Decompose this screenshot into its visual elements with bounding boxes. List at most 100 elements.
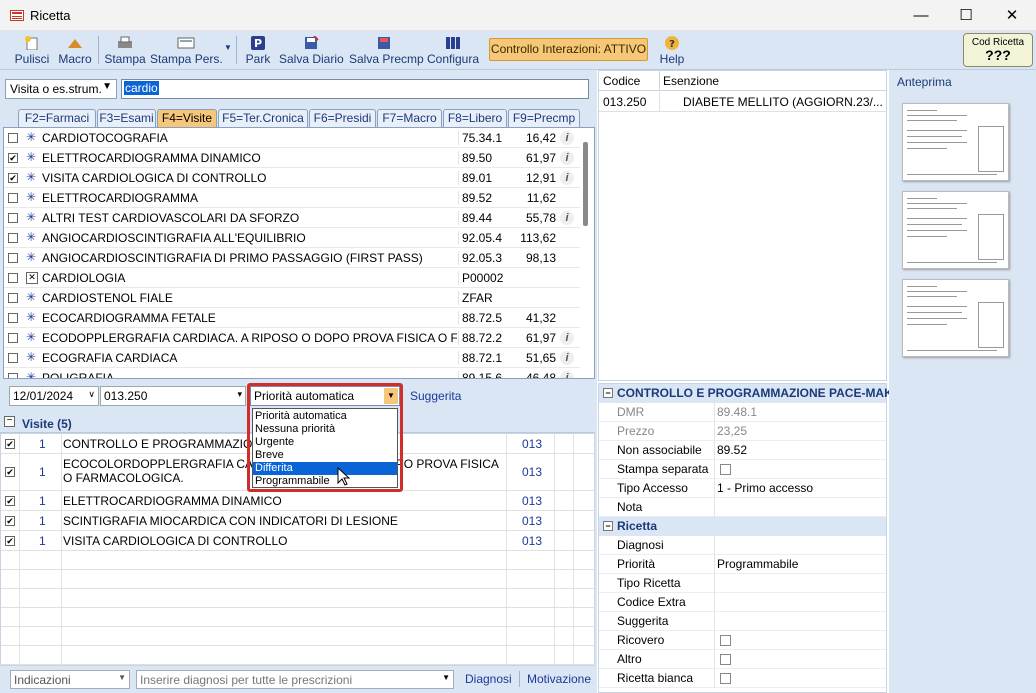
- result-checkbox[interactable]: [8, 313, 18, 323]
- collapse-icon[interactable]: −: [4, 416, 15, 427]
- prop-stampa-separata[interactable]: Stampa separata: [599, 460, 886, 479]
- prop-tipo-accesso[interactable]: Tipo Accesso 1 - Primo accesso: [599, 479, 886, 498]
- preview-page-thumbnail[interactable]: [902, 103, 1009, 181]
- result-checkbox[interactable]: [8, 293, 18, 303]
- info-icon[interactable]: i: [560, 351, 574, 365]
- prop-tipo-ricetta[interactable]: Tipo Ricetta: [599, 574, 886, 593]
- scrollbar-thumb[interactable]: [583, 142, 588, 226]
- date-field[interactable]: 12/01/2024 ∨: [9, 386, 99, 406]
- result-checkbox[interactable]: ✔: [8, 173, 18, 183]
- tab-presidi[interactable]: F6=Presidi: [309, 109, 376, 127]
- visita-checkbox[interactable]: ✔: [5, 496, 15, 506]
- visita-checkbox[interactable]: ✔: [5, 439, 15, 449]
- result-checkbox[interactable]: [8, 233, 18, 243]
- priority-option[interactable]: Breve: [253, 449, 397, 462]
- stampa-button[interactable]: Stampa: [104, 33, 146, 68]
- property-group-ricetta[interactable]: − Ricetta: [599, 517, 886, 536]
- visita-row[interactable]: ✔ 1 SCINTIGRAFIA MIOCARDICA CON INDICATORI…: [1, 511, 596, 531]
- result-row[interactable]: ✳ ALTRI TEST CARDIOVASCOLARI DA SFORZO 89.…: [4, 208, 582, 228]
- prop-diagnosi[interactable]: Diagnosi: [599, 536, 886, 555]
- visita-checkbox[interactable]: ✔: [5, 467, 15, 477]
- result-checkbox[interactable]: [8, 373, 18, 378]
- prop-suggerita[interactable]: Suggerita: [599, 612, 886, 631]
- tab-farmaci[interactable]: F2=Farmaci: [18, 109, 96, 127]
- result-checkbox[interactable]: [8, 273, 18, 283]
- configura-button[interactable]: Configura: [425, 33, 481, 68]
- prop-nota[interactable]: Nota: [599, 498, 886, 517]
- result-row[interactable]: ✳ ECOCARDIOGRAMMA FETALE 88.72.5 41,32: [4, 308, 582, 328]
- prop-ricovero[interactable]: Ricovero: [599, 631, 886, 650]
- macro-button[interactable]: Macro: [56, 33, 94, 68]
- preview-page-thumbnail[interactable]: [902, 191, 1009, 269]
- exemption-code-field[interactable]: 013.250 ▾: [100, 386, 246, 406]
- priority-option[interactable]: Differita: [253, 462, 397, 475]
- info-icon[interactable]: i: [560, 151, 574, 165]
- collapse-icon[interactable]: −: [603, 388, 613, 398]
- tab-esami[interactable]: F3=Esami: [97, 109, 156, 127]
- result-row[interactable]: ✳ ELETTROCARDIOGRAMMA 89.52 11,62: [4, 188, 582, 208]
- stampa-separata-checkbox[interactable]: [720, 464, 731, 475]
- tab-macro[interactable]: F7=Macro: [377, 109, 442, 127]
- altro-checkbox[interactable]: [720, 654, 731, 665]
- col-codice[interactable]: Codice: [603, 74, 640, 88]
- result-row[interactable]: ✔ ✳ VISITA CARDIOLOGICA DI CONTROLLO 89.01 1…: [4, 168, 582, 188]
- indicazioni-select[interactable]: Indicazioni ▼: [10, 670, 130, 689]
- results-scrollbar[interactable]: [580, 128, 593, 378]
- prop-non-associabile[interactable]: Non associabile 89.52: [599, 441, 886, 460]
- result-checkbox[interactable]: [8, 133, 18, 143]
- ricovero-checkbox[interactable]: [720, 635, 731, 646]
- cod-ricetta-box[interactable]: Cod Ricetta ???: [963, 33, 1033, 67]
- result-row[interactable]: ✳ ECOGRAFIA CARDIACA 88.72.1 51,65 i: [4, 348, 582, 368]
- prop-altro[interactable]: Altro: [599, 650, 886, 669]
- suggerita-link[interactable]: Suggerita: [410, 389, 461, 403]
- info-icon[interactable]: i: [560, 171, 574, 185]
- result-checkbox[interactable]: [8, 353, 18, 363]
- result-row[interactable]: ✳ ECODOPPLERGRAFIA CARDIACA. A RIPOSO O D…: [4, 328, 582, 348]
- close-button[interactable]: ✕: [989, 0, 1035, 31]
- motivazione-button[interactable]: Motivazione: [527, 672, 591, 686]
- search-type-select[interactable]: Visita o es.strum. ▼: [5, 79, 117, 99]
- priority-option[interactable]: Programmabile: [253, 475, 397, 488]
- property-group-visita[interactable]: − CONTROLLO E PROGRAMMAZIONE PACE-MAKER: [599, 384, 909, 403]
- result-checkbox[interactable]: [8, 333, 18, 343]
- info-icon[interactable]: i: [560, 131, 574, 145]
- result-row[interactable]: ✳ ANGIOCARDIOSCINTIGRAFIA DI PRIMO PASSAG…: [4, 248, 582, 268]
- info-icon[interactable]: i: [560, 331, 574, 345]
- park-button[interactable]: P Park: [243, 33, 273, 68]
- ricetta-bianca-checkbox[interactable]: [720, 673, 731, 684]
- stampa-pers-dropdown-icon[interactable]: ▼: [224, 43, 232, 52]
- tab-visite[interactable]: F4=Visite: [157, 109, 217, 127]
- visita-checkbox[interactable]: ✔: [5, 536, 15, 546]
- salva-diario-button[interactable]: Salva Diario: [279, 33, 344, 68]
- maximize-button[interactable]: ☐: [943, 0, 989, 31]
- visita-checkbox[interactable]: ✔: [5, 516, 15, 526]
- tab-precmp[interactable]: F9=Precmp: [508, 109, 580, 127]
- prop-codice-extra[interactable]: Codice Extra: [599, 593, 886, 612]
- info-icon[interactable]: i: [560, 211, 574, 225]
- prop-ricetta-bianca[interactable]: Ricetta bianca: [599, 669, 886, 688]
- collapse-icon[interactable]: −: [603, 521, 613, 531]
- help-button[interactable]: ? Help: [656, 33, 688, 68]
- preview-page-thumbnail[interactable]: [902, 279, 1009, 357]
- result-checkbox[interactable]: [8, 213, 18, 223]
- diagnosi-button[interactable]: Diagnosi: [465, 672, 512, 686]
- info-icon[interactable]: i: [560, 371, 574, 378]
- visita-row[interactable]: ✔ 1 VISITA CARDIOLOGICA DI CONTROLLO 013: [1, 531, 596, 551]
- stampa-pers-button[interactable]: Stampa Pers.: [150, 33, 223, 68]
- tab-tercronica[interactable]: F5=Ter.Cronica: [218, 109, 308, 127]
- visita-row[interactable]: ✔ 1 ELETTROCARDIOGRAMMA DINAMICO 013: [1, 491, 596, 511]
- result-row[interactable]: ✳ CARDIOTOCOGRAFIA 75.34.1 16,42 i: [4, 128, 582, 148]
- diagnosi-input[interactable]: Inserire diagnosi per tutte le prescrizi…: [136, 670, 454, 689]
- result-row[interactable]: ✕ CARDIOLOGIA P00002: [4, 268, 582, 288]
- result-checkbox[interactable]: ✕: [26, 272, 38, 284]
- priority-option[interactable]: Urgente: [253, 436, 397, 449]
- result-row[interactable]: ✳ ANGIOCARDIOSCINTIGRAFIA ALL'EQUILIBRIO 9…: [4, 228, 582, 248]
- priority-option[interactable]: Nessuna priorità: [253, 423, 397, 436]
- esenzione-row[interactable]: 013.250 DIABETE MELLITO (AGGIORN.23/...: [599, 92, 886, 112]
- controllo-interazioni-button[interactable]: Controllo Interazioni: ATTIVO: [489, 38, 648, 61]
- result-checkbox[interactable]: [8, 253, 18, 263]
- result-row[interactable]: ✳ POLIGRAFIA 89.15.6 46,48 i: [4, 368, 582, 378]
- result-checkbox[interactable]: [8, 193, 18, 203]
- priority-option[interactable]: Priorità automatica: [253, 410, 397, 423]
- minimize-button[interactable]: —: [898, 0, 944, 31]
